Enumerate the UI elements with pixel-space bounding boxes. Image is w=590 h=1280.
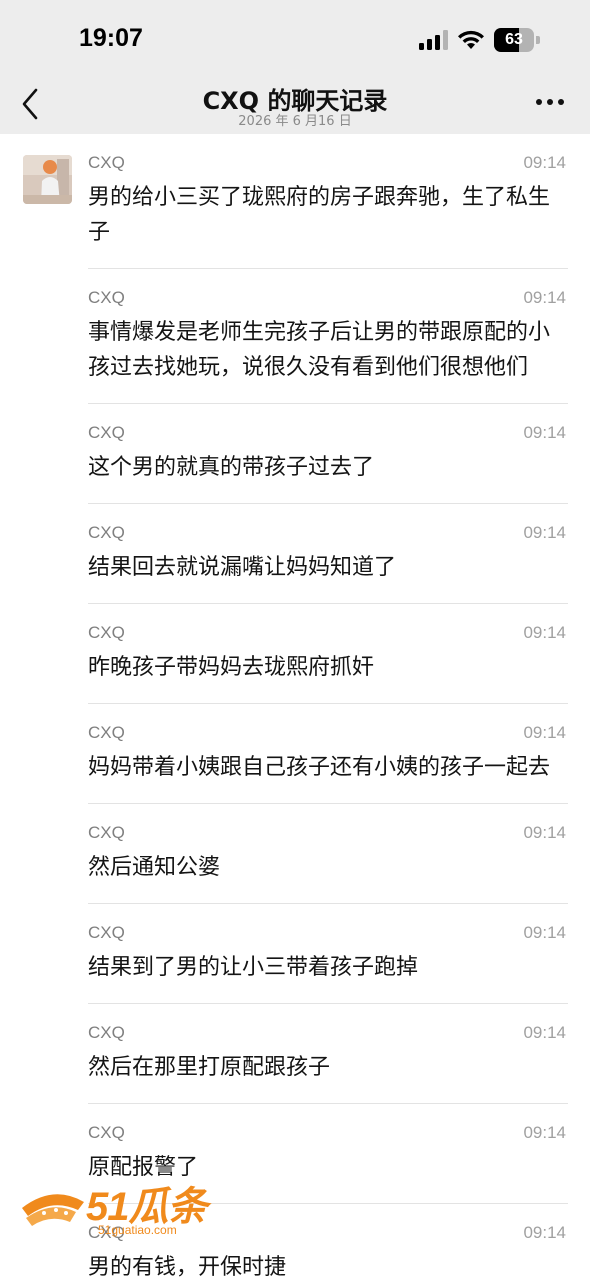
message-time: 09:14 <box>523 823 566 842</box>
message-text: 结果到了男的让小三带着孩子跑掉 <box>88 955 419 980</box>
battery-level: 63 <box>505 31 523 48</box>
message-text: 事情爆发是老师生完孩子后让男的带跟原配的小孩过去找她玩，说很久没有看到他们很想他… <box>88 320 551 380</box>
message-time: 09:14 <box>523 153 566 172</box>
message-text: 昨晚孩子带妈妈去珑熙府抓奸 <box>88 655 375 680</box>
message-sender: CXQ <box>88 288 125 307</box>
message-item[interactable]: CXQ 09:14 然后通知公婆 <box>88 804 568 904</box>
message-item[interactable]: CXQ 09:14 结果到了男的让小三带着孩子跑掉 <box>88 904 568 1004</box>
message-text: 然后在那里打原配跟孩子 <box>88 1055 331 1080</box>
message-time: 09:14 <box>523 723 566 742</box>
message-time: 09:14 <box>523 1123 566 1142</box>
message-item[interactable]: CXQ 09:14 妈妈带着小姨跟自己孩子还有小姨的孩子一起去 <box>88 704 568 804</box>
message-sender: CXQ <box>88 523 125 542</box>
message-time: 09:14 <box>523 523 566 542</box>
message-item[interactable]: CXQ 09:14 原配报警了 <box>88 1104 568 1204</box>
message-sender: CXQ <box>88 1023 125 1042</box>
message-sender: CXQ <box>88 723 125 742</box>
message-time: 09:14 <box>523 1023 566 1042</box>
message-sender: CXQ <box>88 1123 125 1142</box>
message-sender: CXQ <box>88 623 125 642</box>
message-text: 这个男的就真的带孩子过去了 <box>88 455 375 480</box>
message-time: 09:14 <box>523 423 566 442</box>
message-item[interactable]: CXQ 09:14 事情爆发是老师生完孩子后让男的带跟原配的小孩过去找她玩，说很久没… <box>88 269 568 404</box>
message-time: 09:14 <box>523 923 566 942</box>
message-text: 然后通知公婆 <box>88 855 221 880</box>
wifi-icon <box>458 30 484 49</box>
cellular-signal-icon <box>419 30 448 50</box>
more-dots-icon <box>536 99 564 105</box>
message-item[interactable]: CXQ 09:14 男的有钱，开保时捷 <box>88 1204 568 1280</box>
battery-icon: 63 <box>494 28 540 52</box>
message-time: 09:14 <box>523 623 566 642</box>
message-sender: CXQ <box>88 823 125 842</box>
message-text: 结果回去就说漏嘴让妈妈知道了 <box>88 555 397 580</box>
page-subtitle-date: 2026 年 6 月16 日 <box>238 114 352 129</box>
message-item[interactable]: CXQ 09:14 然后在那里打原配跟孩子 <box>88 1004 568 1104</box>
message-sender: CXQ <box>88 153 125 172</box>
message-list: CXQ 09:14 男的给小三买了珑熙府的房子跟奔驰，生了私生子 CXQ 09:14 事情… <box>0 134 590 1280</box>
more-button[interactable] <box>530 94 570 110</box>
message-item[interactable]: CXQ 09:14 昨晚孩子带妈妈去珑熙府抓奸 <box>88 604 568 704</box>
status-time: 19:07 <box>79 24 143 52</box>
message-sender: CXQ <box>88 923 125 942</box>
message-text: 男的给小三买了珑熙府的房子跟奔驰，生了私生子 <box>88 185 551 245</box>
message-sender: CXQ <box>88 1223 125 1242</box>
message-item[interactable]: CXQ 09:14 这个男的就真的带孩子过去了 <box>88 404 568 504</box>
message-item[interactable]: CXQ 09:14 男的给小三买了珑熙府的房子跟奔驰，生了私生子 <box>88 134 568 269</box>
message-text: 男的有钱，开保时捷 <box>88 1255 287 1280</box>
message-sender: CXQ <box>88 423 125 442</box>
chat-record-header: 19:07 63 CXQ 的聊天记录 2026 年 6 月16 日 <box>0 0 590 134</box>
message-time: 09:14 <box>523 1223 566 1242</box>
message-time: 09:14 <box>523 288 566 307</box>
message-text: 原配报警了 <box>88 1155 199 1180</box>
message-item[interactable]: CXQ 09:14 结果回去就说漏嘴让妈妈知道了 <box>88 504 568 604</box>
message-text: 妈妈带着小姨跟自己孩子还有小姨的孩子一起去 <box>88 755 551 780</box>
